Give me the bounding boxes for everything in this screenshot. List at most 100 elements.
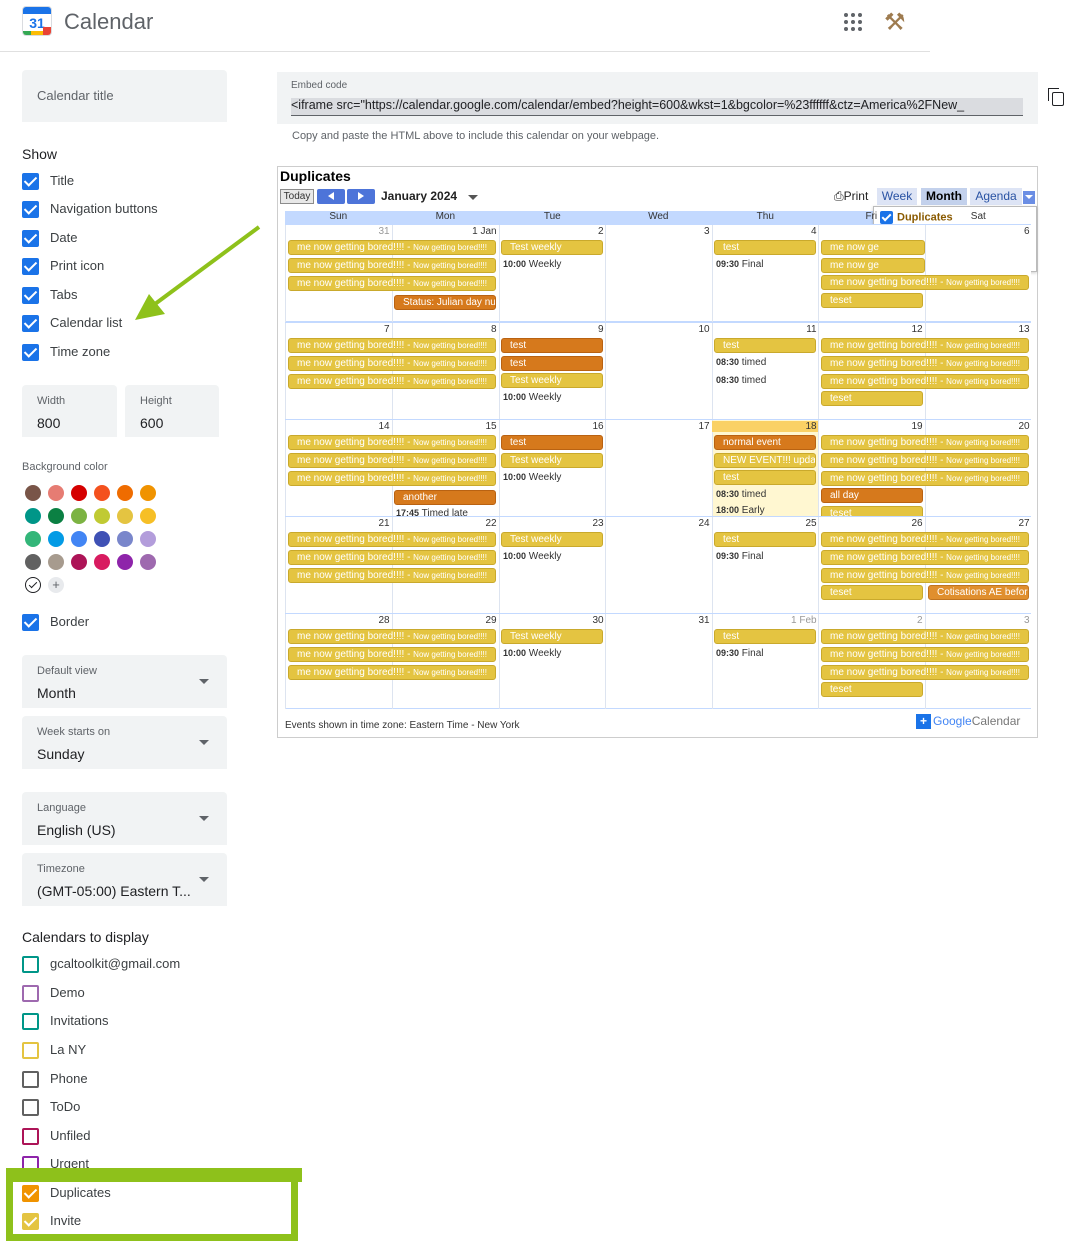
color-swatch[interactable] (117, 485, 133, 501)
event-test[interactable]: test (714, 240, 816, 255)
color-swatch[interactable] (25, 485, 41, 501)
event-weekly[interactable]: 10:00 Weekly (503, 551, 561, 562)
event-teset[interactable]: teset (821, 391, 923, 406)
apps-grid-icon[interactable] (844, 13, 862, 31)
width-field[interactable]: Width 800 (22, 385, 117, 437)
event-normal[interactable]: normal event (714, 435, 816, 450)
event-bored[interactable]: me now getting bored!!!! - Now getting b… (821, 374, 1029, 389)
event-bored[interactable]: me now getting bored!!!! - Now getting b… (288, 356, 496, 371)
color-swatch[interactable] (71, 531, 87, 547)
event-bored[interactable]: me now getting bored!!!! - Now getting b… (288, 665, 496, 680)
print-button[interactable]: ⎙Print (834, 189, 868, 204)
day-cell[interactable] (605, 225, 712, 322)
event-final[interactable]: 09:30 Final (716, 259, 763, 270)
event-bored[interactable]: me now getting bored!!!! - Now getting b… (288, 338, 496, 353)
event-bored[interactable]: me now getting bored!!!! - Now getting b… (821, 453, 1029, 468)
next-month-button[interactable] (347, 189, 375, 204)
event-bored[interactable]: me now getting bored!!!! - Now getting b… (288, 453, 496, 468)
event-test-weekly[interactable]: Test weekly (501, 453, 603, 468)
event-bored[interactable]: me now getting bored!!!! - Now getting b… (821, 647, 1029, 662)
embed-code-field[interactable]: Embed code <iframe src="https://calendar… (277, 72, 1038, 124)
event-weekly[interactable]: 10:00 Weekly (503, 648, 561, 659)
event-weekly[interactable]: 10:00 Weekly (503, 259, 561, 270)
event-bored[interactable]: me now getting bored!!!! - Now getting b… (288, 647, 496, 662)
event-timed[interactable]: 08:30 timed (716, 489, 766, 500)
day-cell[interactable] (605, 614, 712, 709)
event-bored[interactable]: me now getting bored!!!! - Now getting b… (288, 374, 496, 389)
color-swatch[interactable] (71, 508, 87, 524)
event-test[interactable]: test (501, 435, 603, 450)
event-new[interactable]: NEW EVENT!!! update (714, 453, 816, 468)
day-cell[interactable] (605, 517, 712, 614)
event-test[interactable]: test (714, 338, 816, 353)
tools-icon[interactable]: ⚒ (884, 8, 906, 37)
event-test-weekly[interactable]: Test weekly (501, 629, 603, 644)
event-test[interactable]: test (714, 629, 816, 644)
event-test-weekly[interactable]: Test weekly (501, 532, 603, 547)
calendar-list-dropdown-icon[interactable] (1023, 191, 1035, 204)
day-cell[interactable] (925, 225, 1032, 322)
event-bored[interactable]: me now getting bored!!!! - Now getting b… (288, 532, 496, 547)
color-swatch[interactable] (25, 554, 41, 570)
event-final[interactable]: 09:30 Final (716, 551, 763, 562)
event-test[interactable]: test (501, 356, 603, 371)
event-bored[interactable]: me now getting bored!!!! - Now getting b… (821, 275, 1029, 290)
calendar-title-field[interactable]: Calendar title (22, 70, 227, 122)
event-bored[interactable]: me now getting bored!!!! - Now getting b… (821, 568, 1029, 583)
embed-code-value[interactable]: <iframe src="https://calendar.google.com… (291, 98, 1023, 116)
event-weekly[interactable]: 10:00 Weekly (503, 472, 561, 483)
color-swatch[interactable] (140, 554, 156, 570)
event-bored[interactable]: me now getting bored!!!! - Now getting b… (821, 338, 1029, 353)
tab-week[interactable]: Week (877, 188, 917, 205)
event-bored[interactable]: me now getting bored!!!! - Now getting b… (288, 629, 496, 644)
color-swatch[interactable] (94, 508, 110, 524)
default-view-select[interactable]: Default view Month (22, 655, 227, 708)
today-button[interactable]: Today (280, 189, 314, 204)
copy-icon[interactable] (1048, 88, 1064, 106)
color-swatch[interactable] (140, 508, 156, 524)
tab-agenda[interactable]: Agenda (970, 188, 1022, 205)
event-test[interactable]: test (501, 338, 603, 353)
event-all-day[interactable]: all day (821, 488, 923, 503)
color-swatch[interactable] (71, 485, 87, 501)
color-swatch[interactable] (140, 485, 156, 501)
event-another[interactable]: another (394, 490, 496, 505)
event-teset[interactable]: teset (821, 585, 923, 600)
event-bored[interactable]: me now getting bored!!!! - Now getting b… (821, 532, 1029, 547)
color-swatch[interactable] (94, 554, 110, 570)
color-swatch[interactable] (48, 554, 64, 570)
language-select[interactable]: Language English (US) (22, 792, 227, 845)
event-teset[interactable]: teset (821, 682, 923, 697)
event-bored[interactable]: me now getting bored!!!! - Now getting b… (821, 550, 1029, 565)
selected-color-check-icon[interactable] (25, 577, 41, 593)
event-bored[interactable]: me now getting bored!!!! - Now getting b… (821, 629, 1029, 644)
event-bored[interactable]: me now getting bored!!!! - Now getting b… (821, 356, 1029, 371)
event-status[interactable]: Status: Julian day num (394, 295, 496, 310)
month-dropdown-icon[interactable] (468, 195, 478, 200)
event-bored[interactable]: me now getting bored!!!! - Now getting b… (288, 550, 496, 565)
event-test[interactable]: test (714, 532, 816, 547)
event-bored[interactable]: me now ge (821, 240, 925, 255)
color-swatch[interactable] (117, 554, 133, 570)
event-early[interactable]: 18:00 Early (716, 505, 765, 516)
color-swatch[interactable] (48, 508, 64, 524)
color-swatch[interactable] (48, 485, 64, 501)
event-bored[interactable]: me now getting bored!!!! - Now getting b… (288, 435, 496, 450)
event-teset[interactable]: teset (821, 293, 923, 308)
day-cell[interactable] (605, 420, 712, 517)
event-final[interactable]: 09:30 Final (716, 648, 763, 659)
color-swatch[interactable] (117, 508, 133, 524)
color-swatch[interactable] (71, 554, 87, 570)
color-swatch[interactable] (140, 531, 156, 547)
event-bored[interactable]: me now ge (821, 258, 925, 273)
color-swatch[interactable] (25, 531, 41, 547)
color-swatch[interactable] (25, 508, 41, 524)
event-test-weekly[interactable]: Test weekly (501, 240, 603, 255)
event-test-weekly[interactable]: Test weekly (501, 373, 603, 388)
timezone-select[interactable]: Timezone (GMT-05:00) Eastern T... (22, 853, 227, 906)
event-bored[interactable]: me now getting bored!!!! - Now getting b… (288, 276, 496, 291)
event-bored[interactable]: me now getting bored!!!! - Now getting b… (821, 435, 1029, 450)
event-bored[interactable]: me now getting bored!!!! - Now getting b… (288, 258, 496, 273)
event-timed[interactable]: 08:30 timed (716, 375, 766, 386)
event-bored[interactable]: me now getting bored!!!! - Now getting b… (288, 240, 496, 255)
